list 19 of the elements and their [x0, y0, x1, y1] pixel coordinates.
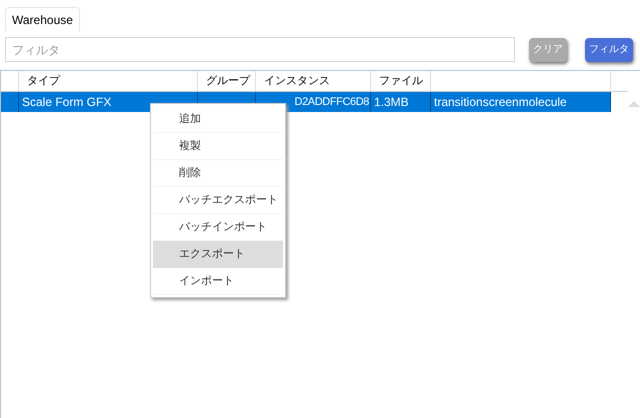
filter-button[interactable]: フィルタ	[585, 38, 633, 62]
menu-item[interactable]: エクスポート	[153, 241, 283, 268]
tab[interactable]: Warehouse	[5, 7, 80, 31]
menu-item[interactable]: インポート	[153, 268, 283, 295]
column-header[interactable]: タイプ	[19, 71, 198, 91]
menu-item[interactable]: 削除	[153, 160, 283, 187]
filter-field[interactable]: フィルタ	[5, 37, 515, 62]
menu-item[interactable]: 追加	[153, 106, 283, 133]
table-cell-text: transitionscreenmolecule	[434, 94, 567, 111]
column-header[interactable]: グループ	[198, 71, 256, 91]
table-cell-text: D2ADDFFC6D8	[294, 94, 369, 110]
menu-item[interactable]: バッチエクスポート	[153, 187, 283, 214]
table-row[interactable]: Scale Form GFX D2ADDFFC6D8 1.3MB transitionscreenmolecule	[1, 92, 611, 112]
column-header[interactable]: ファイル	[371, 71, 431, 91]
table-cell-text: 1.3MB	[374, 94, 409, 111]
column-header[interactable]: インスタンス	[256, 71, 371, 91]
table-cell-text: Scale Form GFX	[22, 94, 112, 111]
menu-item[interactable]: 複製	[153, 133, 283, 160]
scroll-up-icon[interactable]	[628, 99, 640, 107]
